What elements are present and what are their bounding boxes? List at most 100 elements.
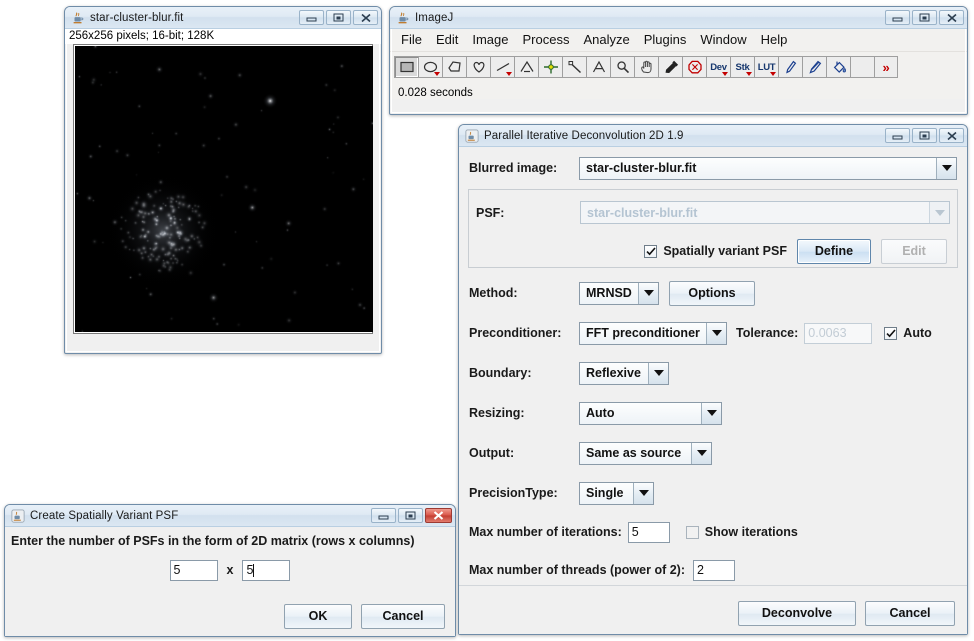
ok-button[interactable]: OK xyxy=(284,604,352,629)
stop-tool[interactable] xyxy=(682,56,706,78)
max-threads-input[interactable]: 2 xyxy=(693,559,735,581)
minimize-button[interactable] xyxy=(299,10,324,25)
define-button[interactable]: Define xyxy=(797,238,871,264)
tool-dropdown-arrow-icon[interactable] xyxy=(506,72,512,76)
oval-tool[interactable] xyxy=(418,56,442,78)
maximize-button[interactable] xyxy=(326,10,351,25)
lut-tool[interactable]: LUT xyxy=(754,56,778,78)
resizing-combo[interactable]: Auto xyxy=(579,401,722,425)
blurred-image-value: star-cluster-blur.fit xyxy=(580,157,936,179)
more-tools[interactable]: » xyxy=(874,56,898,78)
options-button[interactable]: Options xyxy=(669,280,755,306)
chevron-down-icon[interactable] xyxy=(691,442,711,464)
java-cup-icon xyxy=(465,128,479,143)
blank-tool[interactable] xyxy=(850,56,874,78)
close-button[interactable] xyxy=(425,508,452,523)
minimize-icon xyxy=(306,17,317,22)
spatially-variant-psf-checkbox[interactable]: Spatially variant PSF xyxy=(644,244,787,258)
freehand-tool[interactable] xyxy=(466,56,490,78)
minimize-button[interactable] xyxy=(371,508,396,523)
create-sv-psf-titlebar[interactable]: Create Spatially Variant PSF xyxy=(5,505,455,527)
check-icon xyxy=(646,246,656,255)
show-iterations-checkbox[interactable]: Show iterations xyxy=(685,525,798,539)
star-cluster-image[interactable] xyxy=(75,46,373,332)
blurred-image-label: Blurred image: xyxy=(469,161,558,175)
max-iterations-input[interactable]: 5 xyxy=(627,521,670,543)
resizing-value: Auto xyxy=(580,402,701,424)
stk-tool[interactable]: Stk xyxy=(730,56,754,78)
magnifier-tool[interactable] xyxy=(610,56,634,78)
precision-combo[interactable]: Single xyxy=(579,481,654,505)
tool-dropdown-arrow-icon[interactable] xyxy=(434,72,440,76)
menu-process[interactable]: Process xyxy=(516,30,577,50)
dropper-tool[interactable] xyxy=(658,56,682,78)
image-window-titlebar[interactable]: star-cluster-blur.fit xyxy=(65,7,381,29)
boundary-combo[interactable]: Reflexive xyxy=(579,361,669,385)
blurred-image-combo[interactable]: star-cluster-blur.fit xyxy=(579,156,957,180)
hand-tool[interactable] xyxy=(634,56,658,78)
wand-tool[interactable] xyxy=(562,56,586,78)
precision-row: PrecisionType: Single xyxy=(459,473,967,513)
output-value: Same as source xyxy=(580,442,691,464)
hand-icon xyxy=(640,60,651,74)
polygon-tool[interactable] xyxy=(442,56,466,78)
checkbox-box xyxy=(685,525,699,539)
menu-image[interactable]: Image xyxy=(465,30,515,50)
psf-row: PSF: star-cluster-blur.fit xyxy=(469,190,957,235)
method-combo[interactable]: MRNSD xyxy=(579,281,659,305)
psf-rows-input[interactable]: 5 xyxy=(169,559,218,581)
chevron-down-icon[interactable] xyxy=(936,157,956,179)
chevron-down-icon[interactable] xyxy=(633,482,653,504)
chevron-down-icon[interactable] xyxy=(701,402,721,424)
line-tool[interactable] xyxy=(490,56,514,78)
dev-tool[interactable]: Dev xyxy=(706,56,730,78)
pencil-tool[interactable] xyxy=(778,56,802,78)
psf-dialog-actions: OK Cancel xyxy=(5,604,455,629)
preconditioner-combo[interactable]: FFT preconditioner xyxy=(579,321,727,345)
create-sv-psf-dialog: Create Spatially Variant PSF Enter the n… xyxy=(4,504,456,637)
tool-dropdown-arrow-icon[interactable] xyxy=(722,72,728,76)
menu-window[interactable]: Window xyxy=(693,30,753,50)
tool-dropdown-arrow-icon[interactable] xyxy=(746,72,752,76)
tool-dropdown-arrow-icon[interactable] xyxy=(770,72,776,76)
chevron-down-icon[interactable] xyxy=(648,362,668,384)
precision-value: Single xyxy=(580,482,633,504)
minimize-button[interactable] xyxy=(885,128,910,143)
close-button[interactable] xyxy=(353,10,378,25)
minimize-button[interactable] xyxy=(885,10,910,25)
check-icon xyxy=(886,328,896,337)
angle-tool[interactable] xyxy=(514,56,538,78)
maximize-button[interactable] xyxy=(912,10,937,25)
menu-edit[interactable]: Edit xyxy=(429,30,465,50)
image-canvas-container[interactable] xyxy=(73,44,373,334)
chevron-down-icon[interactable] xyxy=(706,322,726,344)
maximize-button[interactable] xyxy=(912,128,937,143)
menu-plugins[interactable]: Plugins xyxy=(637,30,694,50)
flood-fill-tool[interactable] xyxy=(826,56,850,78)
output-label: Output: xyxy=(469,446,515,460)
menu-help[interactable]: Help xyxy=(754,30,795,50)
rectangle-tool[interactable] xyxy=(394,56,418,78)
close-button[interactable] xyxy=(939,128,964,143)
java-cup-icon xyxy=(398,11,409,23)
max-iterations-label: Max number of iterations: xyxy=(469,525,622,539)
text-tool[interactable] xyxy=(586,56,610,78)
close-button[interactable] xyxy=(939,10,964,25)
cancel-button[interactable]: Cancel xyxy=(865,601,955,626)
imagej-title: ImageJ xyxy=(415,11,454,24)
auto-tolerance-checkbox[interactable]: Auto xyxy=(884,326,932,340)
menu-file[interactable]: File xyxy=(394,30,429,50)
psf-combo: star-cluster-blur.fit xyxy=(580,201,950,224)
deconvolution-titlebar[interactable]: Parallel Iterative Deconvolution 2D 1.9 xyxy=(459,125,967,147)
chevron-down-icon[interactable] xyxy=(638,282,658,304)
deconvolve-button[interactable]: Deconvolve xyxy=(738,601,856,626)
menu-analyze[interactable]: Analyze xyxy=(576,30,636,50)
brush-tool[interactable] xyxy=(802,56,826,78)
maximize-button[interactable] xyxy=(398,508,423,523)
point-tool[interactable] xyxy=(538,56,562,78)
imagej-titlebar[interactable]: ImageJ xyxy=(390,7,967,29)
output-combo[interactable]: Same as source xyxy=(579,441,712,465)
psf-cols-input[interactable]: 5 xyxy=(242,559,291,581)
create-sv-psf-body: Enter the number of PSFs in the form of … xyxy=(5,527,455,636)
cancel-button[interactable]: Cancel xyxy=(361,604,445,629)
